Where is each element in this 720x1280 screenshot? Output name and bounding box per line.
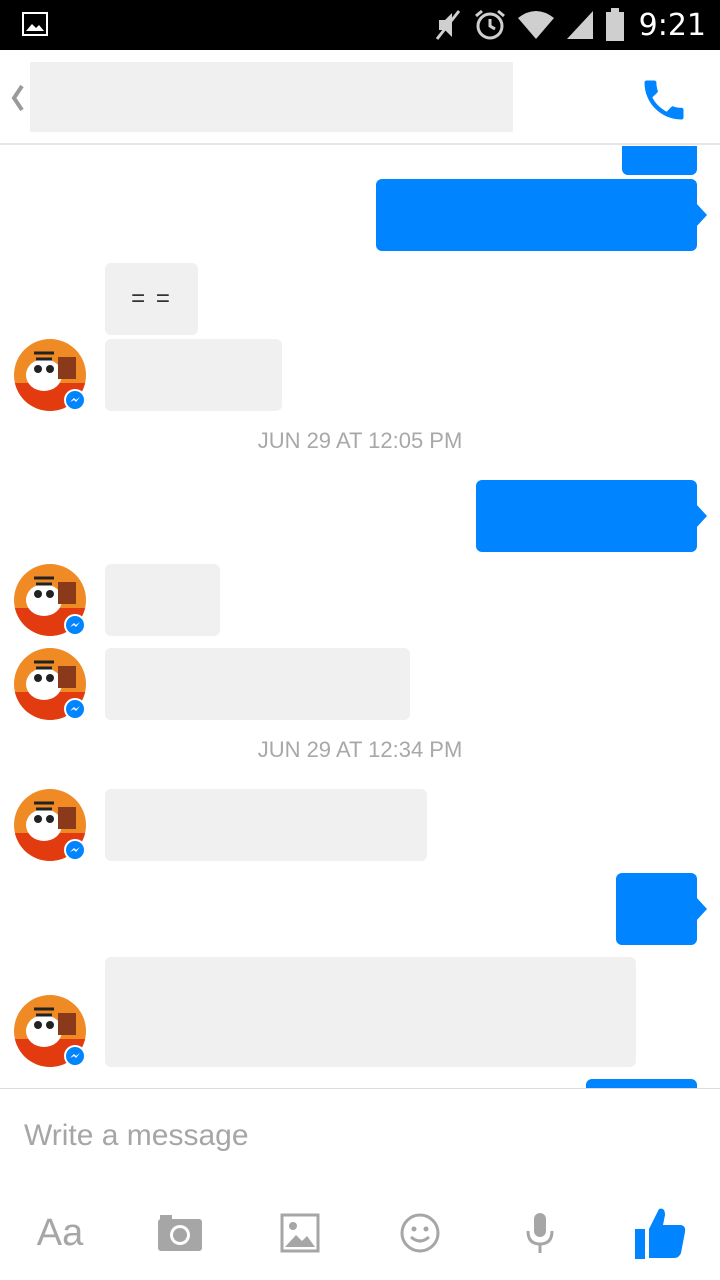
messenger-badge-icon xyxy=(64,1045,86,1067)
incoming-message-text: = = xyxy=(131,285,172,312)
bubble-tail xyxy=(696,203,707,227)
contact-name-redacted[interactable] xyxy=(30,62,513,132)
image-icon[interactable] xyxy=(270,1201,330,1265)
avatar[interactable] xyxy=(14,648,86,720)
gallery-icon xyxy=(22,12,48,36)
conversation-header xyxy=(0,50,720,145)
status-bar: 9:21 xyxy=(0,0,720,50)
message-input[interactable]: Write a message xyxy=(24,1119,684,1159)
incoming-message[interactable] xyxy=(105,564,220,636)
alarm-icon xyxy=(473,8,507,42)
battery-icon xyxy=(605,8,625,42)
message-timestamp: JUN 29 AT 12:34 PM xyxy=(257,737,463,762)
chevron-left-icon[interactable] xyxy=(6,78,30,118)
incoming-message[interactable]: = = xyxy=(105,263,198,335)
incoming-message[interactable] xyxy=(105,957,636,1067)
thumbs-up-icon[interactable] xyxy=(630,1201,690,1265)
wifi-icon xyxy=(517,10,555,40)
camera-icon[interactable] xyxy=(150,1201,210,1265)
composer: Write a message Aa xyxy=(0,1088,720,1280)
incoming-message[interactable] xyxy=(105,789,427,861)
incoming-message[interactable] xyxy=(105,339,282,411)
outgoing-message[interactable] xyxy=(586,1079,697,1088)
messenger-badge-icon xyxy=(64,698,86,720)
avatar[interactable] xyxy=(14,789,86,861)
avatar[interactable] xyxy=(14,564,86,636)
signal-icon xyxy=(565,9,595,41)
text-style-button[interactable]: Aa xyxy=(30,1201,90,1265)
avatar[interactable] xyxy=(14,995,86,1067)
bubble-tail xyxy=(696,897,707,921)
message-list[interactable]: = = JUN 29 AT 12:05 PM JUN 29 AT 12:34 P… xyxy=(0,146,720,1088)
messenger-badge-icon xyxy=(64,389,86,411)
outgoing-message[interactable] xyxy=(616,873,707,945)
messenger-badge-icon xyxy=(64,839,86,861)
composer-toolbar: Aa xyxy=(0,1201,720,1265)
phone-icon[interactable] xyxy=(638,74,690,126)
clock-time: 9:21 xyxy=(638,7,706,43)
messenger-badge-icon xyxy=(64,614,86,636)
microphone-icon[interactable] xyxy=(510,1201,570,1265)
outgoing-message[interactable] xyxy=(476,480,707,552)
emoji-icon[interactable] xyxy=(390,1201,450,1265)
message-timestamp: JUN 29 AT 12:05 PM xyxy=(257,428,463,453)
avatar[interactable] xyxy=(14,339,86,411)
mute-icon xyxy=(433,8,463,42)
bubble-tail xyxy=(696,504,707,528)
incoming-message[interactable] xyxy=(105,648,410,720)
outgoing-message[interactable] xyxy=(622,146,697,175)
outgoing-message[interactable] xyxy=(376,179,707,251)
